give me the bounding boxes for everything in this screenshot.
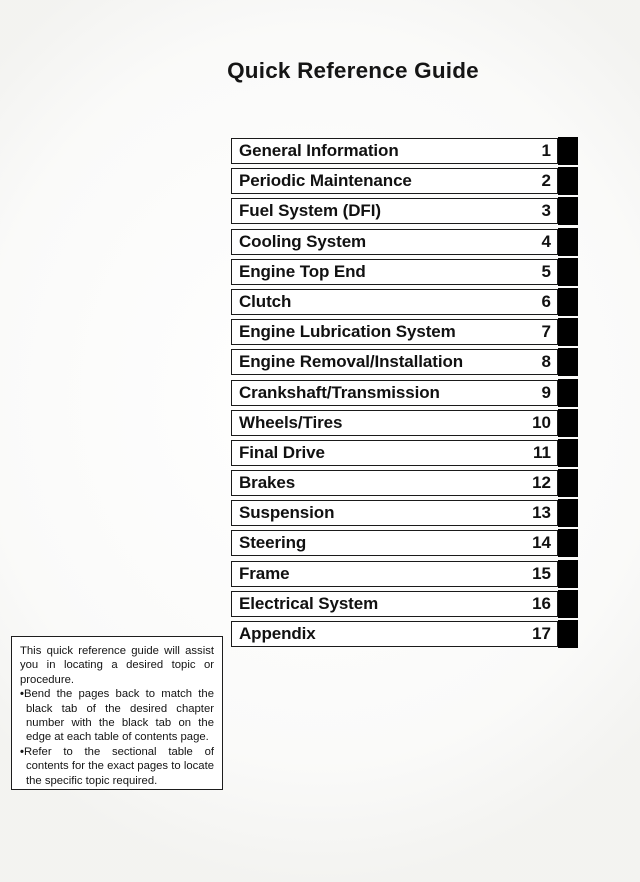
- chapter-number: 14: [532, 533, 551, 553]
- chapter-black-tab: [558, 257, 578, 286]
- chapter-black-tab: [558, 499, 578, 528]
- chapter-label: Final Drive: [239, 442, 325, 462]
- chapter-black-tab: [558, 438, 578, 467]
- chapter-row[interactable]: Clutch 6: [231, 287, 578, 319]
- chapter-box[interactable]: Appendix 17: [231, 621, 558, 647]
- chapter-label: Frame: [239, 563, 290, 583]
- chapter-label: Brakes: [239, 473, 296, 493]
- chapter-row[interactable]: General Information 1: [231, 137, 578, 168]
- page-title: Quick Reference Guide: [227, 58, 479, 83]
- chapter-label: Crankshaft/Transmission: [239, 382, 440, 402]
- chapter-row[interactable]: Frame 15: [231, 559, 578, 591]
- chapter-number: 12: [532, 473, 551, 493]
- chapter-number: 2: [541, 171, 551, 191]
- chapter-label: Fuel System (DFI): [239, 201, 381, 221]
- chapter-black-tab: [558, 408, 578, 437]
- chapter-label: Clutch: [239, 291, 292, 311]
- chapter-number: 10: [532, 412, 551, 432]
- chapter-number: 15: [532, 563, 551, 583]
- chapter-box[interactable]: Final Drive 11: [231, 439, 558, 466]
- chapter-black-tab: [558, 529, 578, 558]
- instructions-note-box: This quick reference guide will assist y…: [11, 636, 223, 790]
- chapter-black-tab: [558, 589, 578, 618]
- chapter-number: 8: [541, 352, 551, 372]
- quick-reference-guide-page: Quick Reference Guide General Informatio…: [0, 0, 640, 882]
- chapter-box[interactable]: Engine Top End 5: [231, 258, 558, 285]
- chapter-box[interactable]: Periodic Maintenance 2: [231, 168, 558, 195]
- chapter-row[interactable]: Brakes 12: [231, 469, 578, 500]
- note-item: •Refer to the sectional table of content…: [20, 745, 214, 788]
- chapter-box[interactable]: Suspension 13: [231, 500, 558, 527]
- chapter-row[interactable]: Fuel System (DFI) 3: [231, 197, 578, 228]
- chapter-label: Cooling System: [239, 231, 367, 251]
- chapter-row[interactable]: Periodic Maintenance 2: [231, 167, 578, 198]
- chapter-label: General Information: [239, 141, 399, 160]
- chapter-number: 4: [541, 231, 551, 251]
- chapter-row[interactable]: Engine Removal/Installation 8: [231, 348, 578, 379]
- chapter-black-tab: [558, 167, 578, 196]
- chapter-box[interactable]: Engine Removal/Installation 8: [231, 349, 558, 376]
- chapter-number: 3: [541, 201, 551, 221]
- chapter-label: Electrical System: [239, 593, 379, 613]
- chapter-label: Wheels/Tires: [239, 412, 343, 432]
- note-item-text: Refer to the sectional table of contents…: [23, 745, 214, 787]
- chapter-row[interactable]: Electrical System 16: [231, 589, 578, 621]
- chapter-row[interactable]: Crankshaft/Transmission 9: [231, 378, 578, 410]
- chapter-number: 5: [541, 261, 551, 281]
- chapter-label: Periodic Maintenance: [239, 171, 412, 191]
- chapter-box[interactable]: Engine Lubrication System 7: [231, 319, 558, 346]
- chapter-row[interactable]: Cooling System 4: [231, 227, 578, 259]
- note-item-text: Bend the pages back to match the black t…: [23, 688, 214, 744]
- chapter-label: Suspension: [239, 503, 335, 523]
- chapter-number: 1: [541, 141, 551, 160]
- note-item-list: •Bend the pages back to match the black …: [20, 687, 214, 788]
- chapter-tab-list: General Information 1 Periodic Maintenance…: [231, 137, 578, 651]
- chapter-label: Engine Lubrication System: [239, 322, 456, 342]
- chapter-number: 7: [541, 322, 551, 342]
- chapter-black-tab: [558, 559, 578, 588]
- chapter-box[interactable]: Cooling System 4: [231, 228, 558, 255]
- chapter-box[interactable]: Electrical System 16: [231, 590, 558, 617]
- chapter-row[interactable]: Appendix 17: [231, 620, 578, 651]
- chapter-box[interactable]: Clutch 6: [231, 288, 558, 315]
- chapter-label: Appendix: [239, 624, 316, 643]
- chapter-box[interactable]: Crankshaft/Transmission 9: [231, 379, 558, 406]
- chapter-black-tab: [558, 227, 578, 256]
- chapter-label: Steering: [239, 533, 307, 553]
- chapter-box[interactable]: Brakes 12: [231, 470, 558, 497]
- chapter-black-tab: [558, 620, 578, 648]
- chapter-black-tab: [558, 197, 578, 226]
- chapter-box[interactable]: Fuel System (DFI) 3: [231, 198, 558, 225]
- chapter-box[interactable]: Frame 15: [231, 560, 558, 587]
- chapter-row[interactable]: Engine Top End 5: [231, 257, 578, 289]
- chapter-box[interactable]: Steering 14: [231, 530, 558, 557]
- chapter-black-tab: [558, 348, 578, 377]
- chapter-label: Engine Top End: [239, 261, 366, 281]
- chapter-black-tab: [558, 469, 578, 498]
- chapter-number: 9: [541, 382, 551, 402]
- chapter-box[interactable]: General Information 1: [231, 138, 558, 164]
- chapter-black-tab: [558, 318, 578, 347]
- chapter-row[interactable]: Engine Lubrication System 7: [231, 318, 578, 349]
- chapter-number: 13: [532, 503, 551, 523]
- chapter-black-tab: [558, 378, 578, 407]
- note-paragraph: This quick reference guide will assist y…: [20, 645, 214, 686]
- chapter-number: 6: [541, 291, 551, 311]
- chapter-number: 16: [532, 593, 551, 613]
- chapter-box[interactable]: Wheels/Tires 10: [231, 409, 558, 436]
- chapter-row[interactable]: Steering 14: [231, 529, 578, 560]
- chapter-number: 11: [533, 442, 551, 462]
- chapter-row[interactable]: Final Drive 11: [231, 438, 578, 470]
- chapter-black-tab: [558, 287, 578, 316]
- chapter-label: Engine Removal/Installation: [239, 352, 464, 372]
- note-item: •Bend the pages back to match the black …: [20, 687, 214, 745]
- chapter-black-tab: [558, 137, 578, 165]
- chapter-row[interactable]: Suspension 13: [231, 499, 578, 530]
- chapter-row[interactable]: Wheels/Tires 10: [231, 408, 578, 440]
- chapter-number: 17: [532, 624, 551, 643]
